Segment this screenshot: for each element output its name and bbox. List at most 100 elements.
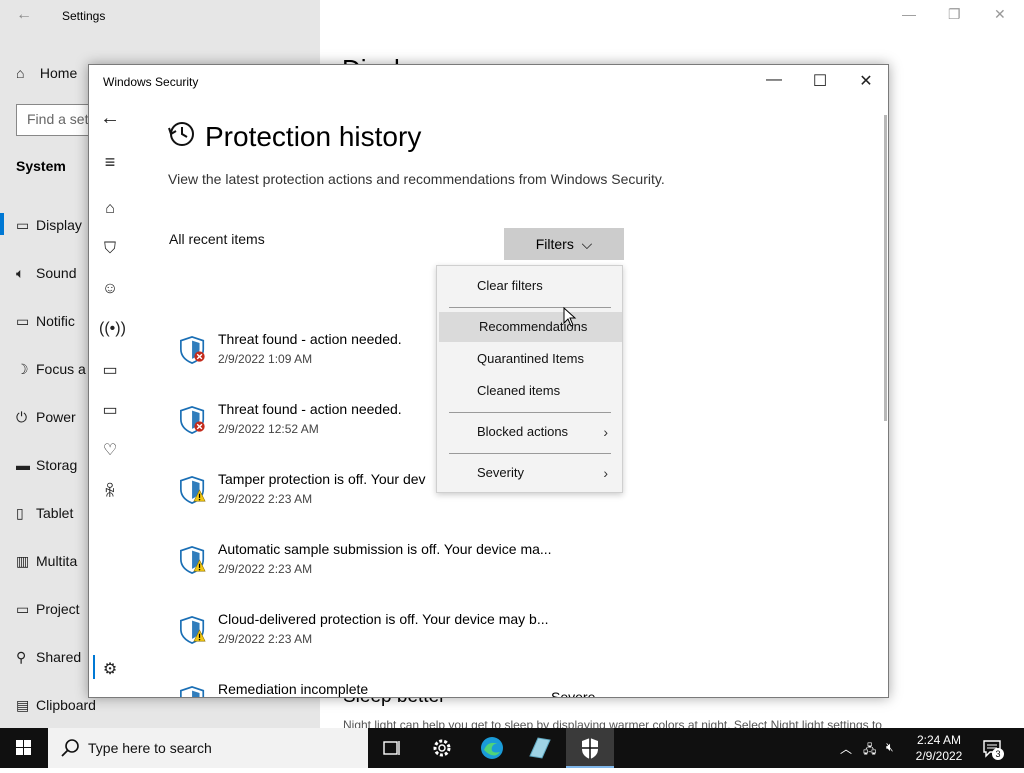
nav-notifications[interactable]: ▭ Notific <box>16 313 75 330</box>
settings-section-label: System <box>16 158 66 174</box>
menu-blocked-actions[interactable]: Blocked actions › <box>437 417 622 447</box>
search-icon <box>61 739 79 757</box>
shield-icon <box>180 476 206 504</box>
volume-muted-icon[interactable]: 🔇︎ <box>886 740 894 755</box>
title-bar: Windows Security — ☐ ✕ <box>89 65 888 99</box>
taskbar-app[interactable] <box>516 728 564 768</box>
tablet-icon: ▯ <box>16 505 24 521</box>
menu-severity[interactable]: Severity › <box>437 458 622 488</box>
history-item-title: Cloud-delivered protection is off. Your … <box>218 611 549 627</box>
windows-logo-icon <box>16 740 31 755</box>
back-arrow-icon[interactable]: ← <box>16 6 32 24</box>
maximize-icon[interactable]: ☐ <box>797 71 843 93</box>
shared-icon: ⚲ <box>16 649 27 665</box>
taskbar: Type here to search ︿ 🖧︎ 🔇︎ 2:24 AM 2/9/… <box>0 728 1024 768</box>
mouse-cursor-icon <box>563 307 577 327</box>
power-icon: ⏻ <box>16 409 28 425</box>
menu-quarantined[interactable]: Quarantined Items <box>437 344 622 374</box>
chevron-down-icon: ⌵ <box>577 236 593 252</box>
selected-indicator <box>93 655 95 679</box>
home-icon: ⌂ <box>16 65 25 81</box>
scrollbar[interactable] <box>884 115 887 421</box>
taskbar-windows-security[interactable] <box>566 728 614 768</box>
all-items-label: All recent items <box>169 231 265 247</box>
menu-divider <box>449 453 611 454</box>
history-item-date: 2/9/2022 1:09 AM <box>218 352 313 366</box>
history-item-title: Remediation incomplete <box>218 681 369 697</box>
nav-multitasking[interactable]: ▥ Multita <box>16 553 77 570</box>
network-icon[interactable]: 🖧︎ <box>863 740 876 761</box>
shield-icon <box>180 406 205 434</box>
nav-storage[interactable]: ▬ Storag <box>16 457 77 473</box>
chevron-right-icon: › <box>603 424 608 440</box>
minimize-icon[interactable]: — <box>751 71 797 93</box>
heart-icon[interactable]: ♡ <box>99 440 121 462</box>
shield-icon[interactable]: ⛉ <box>99 240 121 262</box>
close-icon[interactable]: ✕ <box>843 71 888 93</box>
nav-projecting[interactable]: ▭ Project <box>16 601 80 618</box>
taskbar-settings[interactable] <box>418 728 466 768</box>
back-arrow-icon[interactable]: ← <box>99 107 121 129</box>
settings-home[interactable]: ⌂ Home <box>16 65 77 81</box>
start-button[interactable] <box>0 728 48 768</box>
clock[interactable]: 2:24 AM 2/9/2022 <box>910 732 968 764</box>
history-item[interactable]: Automatic sample submission is off. Your… <box>179 541 739 591</box>
nav-display[interactable]: ▭ Display <box>16 217 82 234</box>
clipboard-icon: ▤ <box>16 697 30 713</box>
history-item[interactable]: Remediation incomplete2/9/2022 1:08 AMSe… <box>179 681 739 698</box>
taskbar-edge[interactable] <box>468 728 516 768</box>
task-view-button[interactable] <box>368 728 416 768</box>
taskbar-search-box[interactable]: Type here to search <box>48 728 368 768</box>
shield-icon <box>180 686 205 697</box>
wifi-icon[interactable]: ((•)) <box>99 320 126 342</box>
history-item-date: 2/9/2022 2:23 AM <box>218 632 313 646</box>
notification-icon: ▭ <box>16 313 30 329</box>
history-item-date: 2/9/2022 2:23 AM <box>218 562 313 576</box>
shield-icon <box>180 616 206 644</box>
history-item-title: Threat found - action needed. <box>218 401 402 417</box>
shield-icon <box>180 336 205 364</box>
menu-divider <box>449 412 611 413</box>
restore-icon[interactable]: ❐ <box>948 6 961 23</box>
menu-recommendations[interactable]: Recommendations <box>439 312 622 342</box>
history-item[interactable]: Cloud-delivered protection is off. Your … <box>179 611 739 661</box>
filters-menu: Clear filters Recommendations Quarantine… <box>436 265 623 493</box>
history-item-title: Threat found - action needed. <box>218 331 402 347</box>
history-item-date: 2/9/2022 12:52 AM <box>218 422 319 436</box>
settings-title: Settings <box>62 9 106 23</box>
history-item-title: Tamper protection is off. Your dev <box>218 471 426 487</box>
nav-shared[interactable]: ⚲ Shared <box>16 649 81 666</box>
notifications-button[interactable]: 3 <box>982 738 1004 765</box>
severity-label: Severe <box>551 689 596 698</box>
home-icon[interactable]: ⌂ <box>99 200 121 222</box>
hamburger-menu-icon[interactable]: ≡ <box>99 152 121 174</box>
family-icon[interactable]: ꆜ <box>99 480 121 502</box>
nav-tablet[interactable]: ▯ Tablet <box>16 505 73 522</box>
menu-clear-filters[interactable]: Clear filters <box>437 271 622 301</box>
security-sidebar: ← ≡ ⌂ ⛉ ☺ ((•)) ▭ ▭ ♡ ꆜ ⚙ <box>89 99 129 697</box>
person-icon[interactable]: ☺ <box>99 280 121 302</box>
history-item-date: 2/9/2022 2:23 AM <box>218 492 313 506</box>
nav-sound[interactable]: 🔈︎ Sound <box>16 265 76 282</box>
chevron-right-icon: › <box>603 465 608 481</box>
gear-icon[interactable]: ⚙ <box>99 659 121 681</box>
display-icon: ▭ <box>16 217 30 233</box>
nav-power[interactable]: ⏻ Power <box>16 409 76 426</box>
selected-indicator <box>0 213 4 235</box>
minimize-icon[interactable]: — <box>902 6 916 22</box>
app-icon <box>529 737 551 759</box>
speaker-icon: 🔈︎ <box>16 265 25 281</box>
nav-focus[interactable]: ☽ Focus a <box>16 361 86 378</box>
app-browser-icon[interactable]: ▭ <box>99 360 121 382</box>
shield-icon <box>180 546 206 574</box>
filters-button[interactable]: Filters ⌵ <box>504 228 624 260</box>
security-shield-icon <box>582 738 598 759</box>
page-title: Protection history <box>205 121 422 152</box>
menu-cleaned[interactable]: Cleaned items <box>437 376 622 406</box>
nav-clipboard[interactable]: ▤ Clipboard <box>16 697 96 714</box>
chevron-up-icon[interactable]: ︿ <box>840 740 852 757</box>
laptop-icon[interactable]: ▭ <box>99 400 121 422</box>
window-title: Windows Security <box>103 75 199 89</box>
project-icon: ▭ <box>16 601 30 617</box>
close-icon[interactable]: ✕ <box>994 6 1006 23</box>
